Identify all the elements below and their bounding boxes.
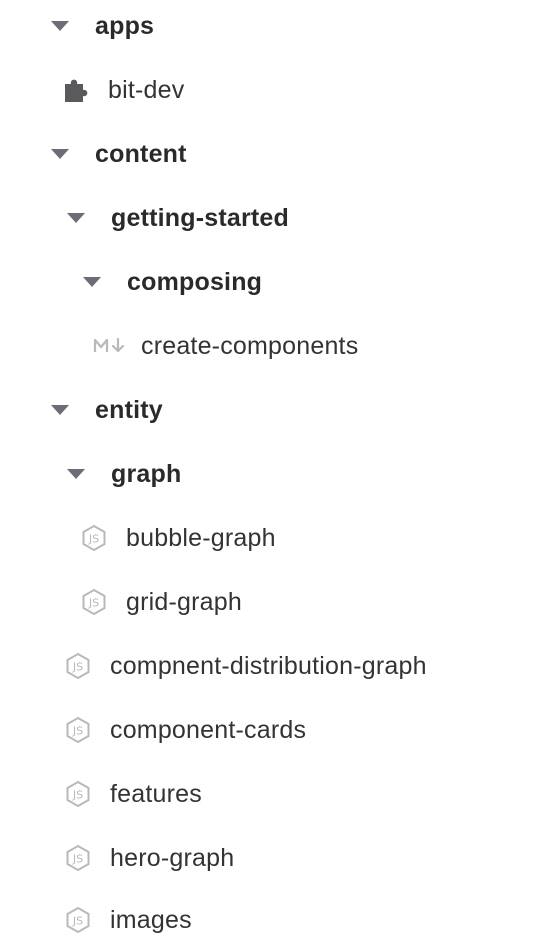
svg-text:JS: JS — [72, 853, 83, 866]
markdown-icon — [93, 336, 129, 356]
svg-text:JS: JS — [88, 533, 99, 546]
tree-item-images[interactable]: JS images — [0, 888, 540, 952]
chevron-down-icon[interactable] — [51, 21, 69, 31]
tree-item-features[interactable]: JS features — [0, 762, 540, 826]
js-hexagon-icon: JS — [80, 588, 108, 616]
tree-item-label: hero-graph — [110, 843, 235, 872]
svg-text:JS: JS — [72, 725, 83, 738]
tree-item-compnent-distribution-graph[interactable]: JS compnent-distribution-graph — [0, 634, 540, 698]
tree-item-hero-graph[interactable]: JS hero-graph — [0, 826, 540, 890]
tree-folder-label: getting-started — [111, 203, 289, 232]
tree-item-label: component-cards — [110, 715, 307, 744]
tree-item-create-components[interactable]: create-components — [0, 314, 540, 378]
chevron-down-icon[interactable] — [67, 213, 85, 223]
puzzle-piece-icon — [62, 75, 92, 105]
tree-folder-label: apps — [95, 11, 155, 40]
chevron-down-icon[interactable] — [51, 149, 69, 159]
tree-item-label: create-components — [141, 331, 359, 360]
svg-text:JS: JS — [72, 789, 83, 802]
tree-item-bit-dev[interactable]: bit-dev — [0, 58, 540, 122]
tree-folder-label: graph — [111, 459, 182, 488]
chevron-down-icon[interactable] — [51, 405, 69, 415]
tree-folder-getting-started[interactable]: getting-started — [0, 186, 540, 250]
tree-folder-label: entity — [95, 395, 163, 424]
tree-folder-apps[interactable]: apps — [0, 0, 540, 58]
tree-item-grid-graph[interactable]: JS grid-graph — [0, 570, 540, 634]
tree-item-label: images — [110, 905, 192, 934]
tree-item-label: grid-graph — [126, 587, 242, 616]
tree-item-label: bit-dev — [108, 75, 185, 104]
js-hexagon-icon: JS — [64, 716, 92, 744]
tree-item-label: compnent-distribution-graph — [110, 651, 427, 680]
tree-folder-content[interactable]: content — [0, 122, 540, 186]
tree-item-label: features — [110, 779, 202, 808]
js-hexagon-icon: JS — [64, 652, 92, 680]
tree-folder-composing[interactable]: composing — [0, 250, 540, 314]
tree-folder-graph[interactable]: graph — [0, 442, 540, 506]
tree-item-bubble-graph[interactable]: JS bubble-graph — [0, 506, 540, 570]
tree-folder-label: content — [95, 139, 187, 168]
tree-folder-entity[interactable]: entity — [0, 378, 540, 442]
chevron-down-icon[interactable] — [83, 277, 101, 287]
svg-text:JS: JS — [72, 661, 83, 674]
js-hexagon-icon: JS — [64, 844, 92, 872]
js-hexagon-icon: JS — [80, 524, 108, 552]
js-hexagon-icon: JS — [64, 780, 92, 808]
js-hexagon-icon: JS — [64, 906, 92, 934]
svg-text:JS: JS — [72, 915, 83, 928]
tree-folder-label: composing — [127, 267, 263, 296]
chevron-down-icon[interactable] — [67, 469, 85, 479]
svg-text:JS: JS — [88, 597, 99, 610]
tree-item-component-cards[interactable]: JS component-cards — [0, 698, 540, 762]
file-tree: apps bit-dev content getting-started com… — [0, 0, 540, 952]
tree-item-label: bubble-graph — [126, 523, 276, 552]
